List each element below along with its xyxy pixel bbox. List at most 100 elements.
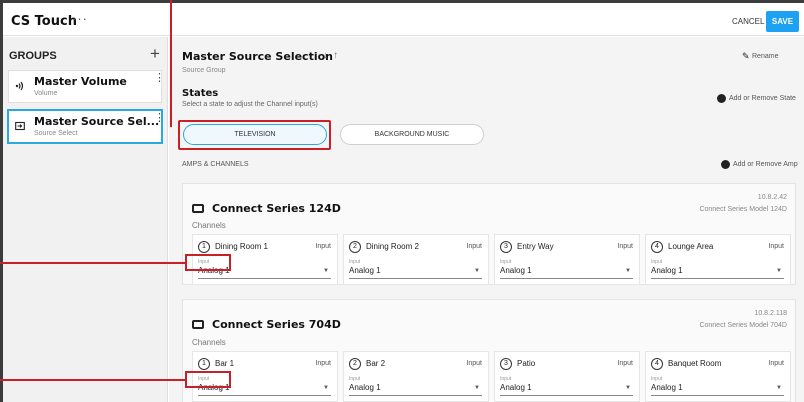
channel-name: Dining Room 1 [215, 242, 268, 251]
pencil-icon[interactable]: ✎ [742, 51, 750, 62]
channel-card: 4 Banquet Room Input Input Analog 1 ▼ [645, 351, 791, 402]
group-subtitle: Volume [34, 90, 58, 97]
amp-card: Connect Series 124D 10.8.2.42 Connect Se… [182, 183, 796, 285]
input-select[interactable]: Analog 1 [349, 266, 381, 275]
volume-icon [15, 81, 25, 94]
callout-box-television [178, 120, 331, 150]
group-menu-icon[interactable]: ⋮ [154, 111, 165, 124]
amp-ip-address: 10.8.2.42 [757, 194, 787, 201]
channel-type: Input [466, 243, 482, 250]
states-heading: States [182, 88, 219, 99]
select-underline [651, 278, 784, 279]
channel-name: Lounge Area [668, 242, 714, 251]
chevron-down-icon[interactable]: ▼ [323, 268, 329, 274]
group-item-master-source-select[interactable]: Master Source Sel... Source Select ⋮ [8, 110, 165, 143]
group-title: Master Volume [34, 75, 127, 88]
rename-button[interactable]: Rename [752, 53, 778, 60]
chevron-down-icon[interactable]: ▼ [776, 268, 782, 274]
channels-heading: Channels [192, 221, 226, 230]
channel-number: 1 [198, 241, 210, 253]
channel-type: Input [315, 243, 331, 250]
input-select[interactable]: Analog 1 [651, 383, 683, 392]
channel-type: Input [768, 243, 784, 250]
save-button[interactable]: SAVE [766, 11, 799, 32]
amp-title: Connect Series 124D [212, 202, 341, 215]
add-remove-state-button[interactable]: Add or Remove State [729, 95, 796, 102]
select-underline [651, 395, 784, 396]
groups-sidebar: GROUPS + Master Volume Volume ⋮ Master S… [3, 37, 168, 402]
input-label: Input [651, 376, 663, 382]
channel-card: 3 Patio Input Input Analog 1 ▼ [494, 351, 640, 402]
callout-line-dining-room [0, 262, 186, 264]
input-label: Input [651, 259, 663, 265]
channel-name: Bar 2 [366, 359, 386, 368]
channel-number: 2 [349, 358, 361, 370]
amplifier-icon [192, 320, 204, 329]
channel-number: 4 [651, 241, 663, 253]
groups-heading: GROUPS [9, 50, 57, 62]
more-options-icon[interactable]: ··· [72, 11, 88, 26]
input-select[interactable]: Analog 1 [651, 266, 683, 275]
channel-type: Input [768, 360, 784, 367]
chevron-down-icon[interactable]: ▼ [625, 385, 631, 391]
channel-type: Input [617, 360, 633, 367]
channel-number: 4 [651, 358, 663, 370]
channel-type: Input [617, 243, 633, 250]
select-underline [198, 278, 331, 279]
state-tab-background-music[interactable]: BACKGROUND MUSIC [340, 124, 484, 145]
channel-type: Input [315, 360, 331, 367]
input-select[interactable]: Analog 1 [349, 383, 381, 392]
amp-model: Connect Series Model 704D [699, 322, 787, 329]
select-underline [198, 395, 331, 396]
cancel-button[interactable]: CANCEL [732, 17, 764, 26]
channel-name: Banquet Room [668, 359, 722, 368]
channel-card: 2 Bar 2 Input Input Analog 1 ▼ [343, 351, 489, 402]
input-select[interactable]: Analog 1 [500, 266, 532, 275]
channels-heading: Channels [192, 338, 226, 347]
page-subtitle: Source Group [182, 67, 226, 74]
group-item-master-volume[interactable]: Master Volume Volume ⋮ [8, 70, 165, 103]
amplifier-icon [192, 204, 204, 213]
add-remove-amp-button[interactable]: Add or Remove Amp [733, 161, 798, 168]
channel-number: 1 [198, 358, 210, 370]
edit-states-icon[interactable] [717, 94, 726, 103]
chevron-down-icon[interactable]: ▼ [776, 385, 782, 391]
amp-ip-address: 10.8.2.118 [754, 310, 787, 317]
group-menu-icon[interactable]: ⋮ [154, 71, 165, 84]
callout-box-bar-input [185, 371, 231, 388]
group-subtitle: Source Select [34, 130, 78, 137]
channel-card: 4 Lounge Area Input Input Analog 1 ▼ [645, 234, 791, 285]
select-underline [500, 278, 633, 279]
channel-name: Patio [517, 359, 536, 368]
reorder-arrows-icon[interactable]: ↓↑ [323, 50, 343, 61]
input-label: Input [349, 259, 361, 265]
input-select[interactable]: Analog 1 [500, 383, 532, 392]
callout-line-bar [0, 379, 186, 381]
chevron-down-icon[interactable]: ▼ [625, 268, 631, 274]
edit-amps-icon[interactable] [721, 160, 730, 169]
add-group-button[interactable]: + [150, 44, 160, 64]
select-underline [349, 278, 482, 279]
callout-line-vertical [170, 0, 172, 127]
select-underline [500, 395, 633, 396]
top-bar: CS Touch ··· CANCEL SAVE [3, 3, 804, 36]
amp-title: Connect Series 704D [212, 318, 341, 331]
channel-name: Entry Way [517, 242, 554, 251]
main-panel: Master Source Selection ↓↑ Source Group … [169, 37, 804, 402]
channel-number: 3 [500, 241, 512, 253]
amp-model: Connect Series Model 124D [699, 206, 787, 213]
source-icon [15, 121, 25, 134]
input-label: Input [349, 376, 361, 382]
chevron-down-icon[interactable]: ▼ [474, 268, 480, 274]
input-label: Input [500, 259, 512, 265]
channel-card: 2 Dining Room 2 Input Input Analog 1 ▼ [343, 234, 489, 285]
states-description: Select a state to adjust the Channel inp… [182, 101, 318, 108]
amp-card: Connect Series 704D 10.8.2.118 Connect S… [182, 299, 796, 402]
chevron-down-icon[interactable]: ▼ [474, 385, 480, 391]
channel-name: Dining Room 2 [366, 242, 419, 251]
app-title: CS Touch [11, 14, 77, 29]
chevron-down-icon[interactable]: ▼ [323, 385, 329, 391]
channel-number: 2 [349, 241, 361, 253]
channel-card: 3 Entry Way Input Input Analog 1 ▼ [494, 234, 640, 285]
channel-number: 3 [500, 358, 512, 370]
